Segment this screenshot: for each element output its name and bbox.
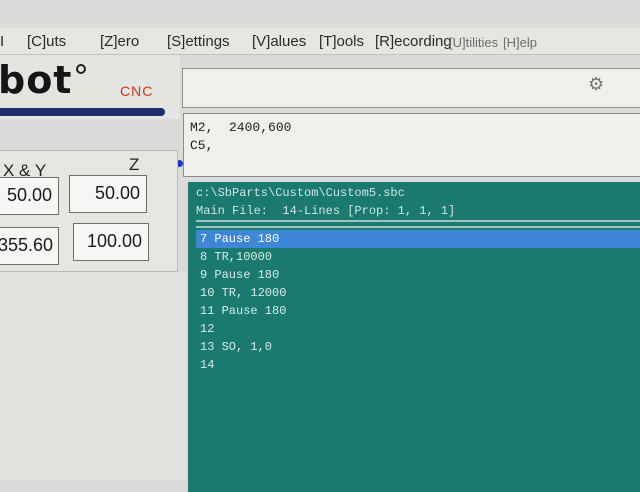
x-position-readout[interactable]: 50.00 — [0, 177, 59, 215]
logo: bot — [0, 58, 73, 102]
code-line[interactable]: 8 TR,10000 — [200, 250, 272, 264]
position-panel: X & Y Z 50.00 50.00 355.60 100.00 — [0, 150, 178, 272]
logo-swoosh — [0, 108, 165, 116]
menu-item-help[interactable]: [H]elp — [503, 35, 537, 50]
separator-line — [196, 220, 640, 228]
code-line[interactable]: 11 Pause 180 — [200, 304, 286, 318]
menu-item-tools[interactable]: [T]ools — [319, 33, 364, 50]
code-line[interactable]: 9 Pause 180 — [200, 268, 279, 282]
menu-item-recording[interactable]: [R]ecording — [375, 33, 452, 50]
code-line[interactable]: 13 SO, 1,0 — [200, 340, 272, 354]
command-display[interactable]: M2, 2400,600 C5, — [183, 113, 640, 177]
logo-cnc-label: CNC — [120, 83, 154, 99]
status-bar — [182, 68, 640, 108]
menu-bar: I [C]uts [Z]ero [S]ettings [V]alues [T]o… — [0, 28, 640, 55]
spindle-icon[interactable]: ⚙ — [588, 74, 610, 96]
code-line[interactable]: 14 — [200, 358, 214, 372]
z-position-readout[interactable]: 50.00 — [69, 175, 147, 213]
y-position-readout[interactable]: 355.60 — [0, 227, 59, 265]
code-line[interactable]: 10 TR, 12000 — [200, 286, 286, 300]
z-label: Z — [129, 155, 140, 174]
menu-item-zero[interactable]: [Z]ero — [100, 33, 139, 50]
file-listing-panel[interactable]: c:\SbParts\Custom\Custom5.sbc Main File:… — [188, 182, 640, 492]
menu-item-utilities[interactable]: [U]tilities — [449, 35, 498, 50]
file-path: c:\SbParts\Custom\Custom5.sbc — [196, 186, 405, 200]
menu-item-partial[interactable]: I — [0, 33, 4, 50]
code-line[interactable]: 12 — [200, 322, 214, 336]
logo-registered-mark — [76, 64, 86, 74]
menu-item-cuts[interactable]: [C]uts — [27, 33, 66, 50]
code-line[interactable]: 7 Pause 180 — [200, 232, 279, 246]
menu-item-settings[interactable]: [S]ettings — [167, 33, 230, 50]
menu-item-values[interactable]: [V]alues — [252, 33, 306, 50]
z2-position-readout[interactable]: 100.00 — [73, 223, 149, 261]
left-panel-background — [0, 272, 186, 480]
file-info: Main File: 14-Lines [Prop: 1, 1, 1] — [196, 204, 456, 218]
command-line: M2, 2400,600 — [190, 120, 292, 135]
command-line: C5, — [190, 138, 214, 153]
